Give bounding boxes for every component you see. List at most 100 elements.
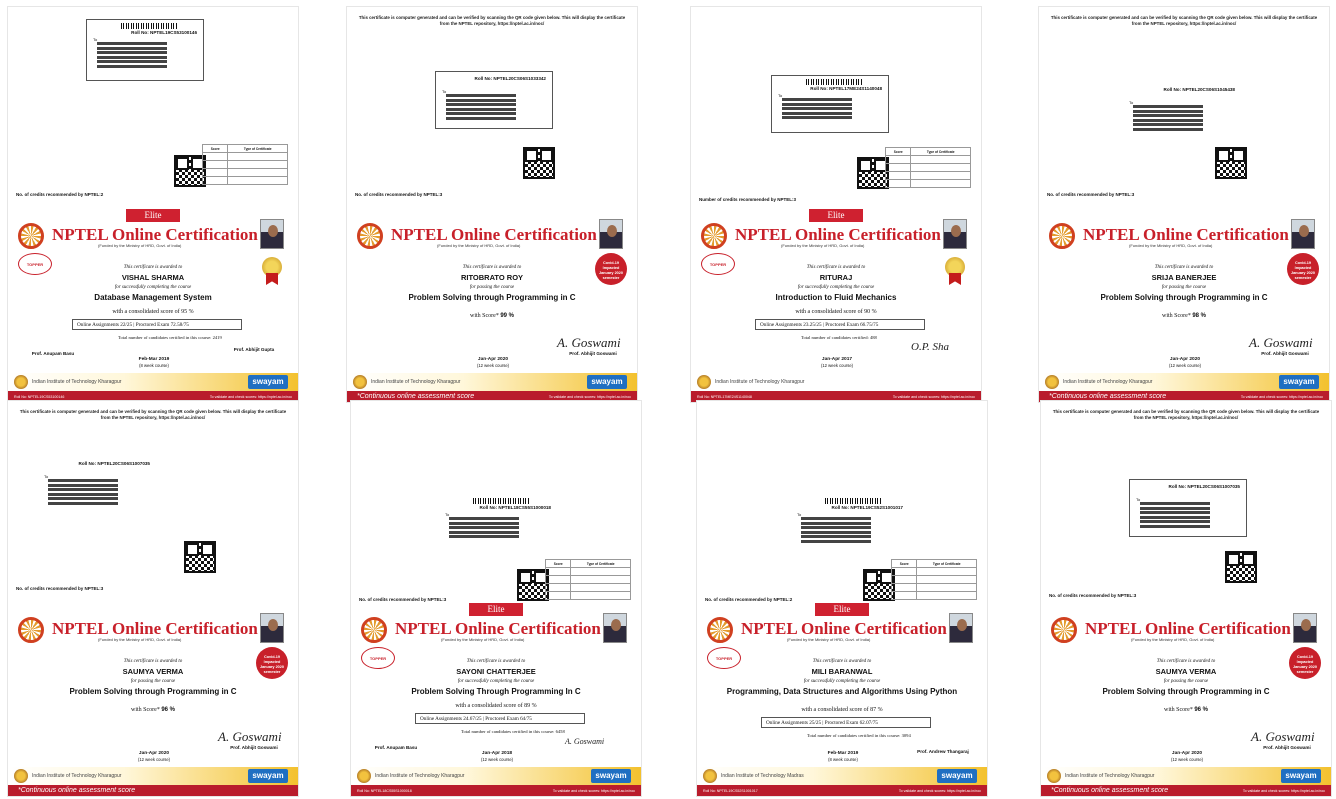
certificate-title: NPTEL Online Certification (1083, 225, 1289, 244)
assignment-box: Online Assignments 23.25/25 | Proctored … (755, 319, 925, 330)
for-text: for passing the course (1163, 679, 1209, 684)
institute-name: Indian Institute of Technology Kharagpur (1063, 379, 1153, 385)
certificate-subtitle: (Funded by the Ministry of HRD, Govt. of… (437, 243, 521, 248)
verify-link[interactable]: To validate and check scores: https://np… (210, 395, 292, 399)
exam-value: 64/75 (520, 716, 532, 722)
candidate-name: SAYONI CHATTERJEE (456, 667, 536, 676)
certificate-card[interactable]: This certificate is computer generated a… (7, 400, 299, 797)
qr-code-icon[interactable] (1215, 147, 1247, 179)
swayam-logo: swayam (587, 375, 627, 389)
course-length: (12 week course) (1170, 757, 1204, 762)
session: Jan-Apr 2017 (12 week course) (803, 357, 871, 369)
institute-bar: Indian Institute of Technology Kharagpur… (347, 373, 637, 391)
session: Jan-Apr 2018 (12 week course) (463, 751, 531, 763)
course-length: (12 week course) (1168, 363, 1202, 368)
credits-text: No. of credits recommended by NPTEL:3 (355, 192, 443, 197)
nptel-logo-icon (361, 617, 387, 643)
address-box: Roll No: NPTEL18CS55S1000018 To (439, 495, 557, 553)
candidate-name: MILI BARANWAL (811, 667, 873, 676)
verify-link[interactable]: To validate and check scores: https://np… (899, 789, 981, 793)
continuous-note: *Continuous online assessment score (357, 393, 475, 400)
for-text: for passing the course (1161, 285, 1207, 290)
assign-label: Online Assignments (760, 322, 802, 328)
score-label: with Score* (1161, 313, 1191, 319)
score-value: 96 % (1194, 707, 1208, 713)
candidate-photo (260, 219, 284, 249)
footer-roll: Roll No: NPTEL17ME24S1140048 (697, 395, 752, 399)
type-header: Type of Certificate (227, 144, 288, 153)
swayam-logo: swayam (1281, 769, 1321, 783)
score-line: with Score* 98 % (1039, 313, 1329, 319)
verify-link[interactable]: To validate and check scores: https://np… (1241, 395, 1323, 399)
certificate-card[interactable]: This certificate is computer generated a… (1038, 6, 1330, 403)
barcode (806, 79, 862, 85)
verify-link[interactable]: To validate and check scores: https://np… (1243, 789, 1325, 793)
roll-number: Roll No: NPTEL20CS06S1045438 (1163, 87, 1236, 92)
certificate-subtitle: (Funded by the Ministry of HRD, Govt. of… (1131, 637, 1215, 642)
qr-code-icon[interactable] (184, 541, 216, 573)
swayam-logo: swayam (591, 769, 631, 783)
address-box: Roll No: NPTEL19CS52S1001017 To (791, 495, 909, 553)
footer-roll: Roll No: NPTEL19CS52S1001017 (703, 789, 758, 793)
certificate-card[interactable]: Roll No: NPTEL18CS55S1000018 To Score Typ… (350, 400, 642, 797)
verify-link[interactable]: To validate and check scores: https://np… (893, 395, 975, 399)
total-candidates: Total number of candidates certified: 48… (801, 335, 877, 340)
certificate-body: NPTEL Online Certification (Funded by th… (1039, 209, 1329, 402)
verification-notice: This certificate is computer generated a… (1052, 409, 1320, 420)
score-table: Score Type of Certificate (201, 144, 288, 185)
certificate-subtitle: (Funded by the Ministry of HRD, Govt. of… (98, 243, 182, 248)
certificate-header: Roll No: NPTEL19CS52S1001017 To Score Typ… (697, 401, 987, 607)
score-line: with Score* 99 % (347, 313, 637, 319)
certificate-title: NPTEL Online Certification (391, 225, 597, 244)
verification-notice: This certificate is computer generated a… (1050, 15, 1318, 26)
iit-logo-icon (14, 769, 28, 783)
nptel-logo-icon (707, 617, 733, 643)
institute-name: Indian Institute of Technology Kharagpur (32, 773, 122, 779)
continuous-note: *Continuous online assessment score (1051, 787, 1169, 794)
signatory-right: Prof. Abhijit Goswami (1263, 745, 1311, 750)
footer-bar: Roll No: NPTEL18CS55S1000018 To validate… (351, 785, 641, 796)
address-lines (782, 98, 852, 121)
signatory-right: Prof. Abhijit Goswami (569, 351, 617, 356)
score-header: Score (890, 559, 918, 568)
nptel-logo-icon (357, 223, 383, 249)
score-header: Score (544, 559, 572, 568)
qr-code-icon[interactable] (1225, 551, 1257, 583)
nptel-logo-icon (701, 223, 727, 249)
swayam-logo: swayam (937, 769, 977, 783)
certificate-subtitle: (Funded by the Ministry of HRD, Govt. of… (441, 637, 525, 642)
certificate-body: Elite NPTEL Online Certification (Funded… (351, 603, 641, 796)
verify-link[interactable]: To validate and check scores: https://np… (549, 395, 631, 399)
course-length: (12 week course) (476, 363, 510, 368)
certificate-subtitle: (Funded by the Ministry of HRD, Govt. of… (1129, 243, 1213, 248)
certificate-card[interactable]: This certificate is computer generated a… (1040, 400, 1332, 797)
swayam-logo: swayam (248, 769, 288, 783)
footer-bar: *Continuous online assessment score To v… (1041, 785, 1331, 796)
verify-link[interactable]: To validate and check scores: https://np… (553, 789, 635, 793)
course-name: Programming, Data Structures and Algorit… (726, 687, 958, 696)
iit-logo-icon (697, 375, 711, 389)
certificate-card[interactable]: Roll No: NPTEL19CS53100146 To Score Type … (7, 6, 299, 403)
elite-badge: Elite (815, 603, 869, 616)
assign-value: 25/25 (809, 720, 822, 726)
certificate-card[interactable]: Roll No: NPTEL17ME24S1140048 To Score Typ… (690, 6, 982, 403)
certificate-subtitle: (Funded by the Ministry of HRD, Govt. of… (781, 243, 865, 248)
address-box: Roll No: NPTEL17ME24S1140048 To (771, 75, 889, 133)
consolidated-score: with a consolidated score of 87 % (801, 707, 883, 713)
score-line: with Score* 96 % (8, 707, 298, 713)
course-name: Problem Solving through Programming in C (1100, 293, 1268, 302)
credits-text: No. of credits recommended by NPTEL:3 (359, 597, 447, 602)
address-lines (1133, 105, 1203, 133)
certificate-card[interactable]: This certificate is computer generated a… (346, 6, 638, 403)
certificate-card[interactable]: Roll No: NPTEL19CS52S1001017 To Score Typ… (696, 400, 988, 797)
candidate-photo (943, 219, 967, 249)
type-header: Type of Certificate (910, 147, 971, 156)
iit-logo-icon (357, 769, 371, 783)
assign-label: Online Assignments (766, 720, 808, 726)
elite-badge: Elite (126, 209, 180, 222)
candidate-photo (599, 219, 623, 249)
qr-code-icon[interactable] (523, 147, 555, 179)
certificate-header: Roll No: NPTEL17ME24S1140048 To Score Typ… (691, 7, 981, 213)
signature-icon: A. Goswami (557, 335, 621, 350)
signatory-left: Prof. Anupam Basu (31, 351, 75, 356)
